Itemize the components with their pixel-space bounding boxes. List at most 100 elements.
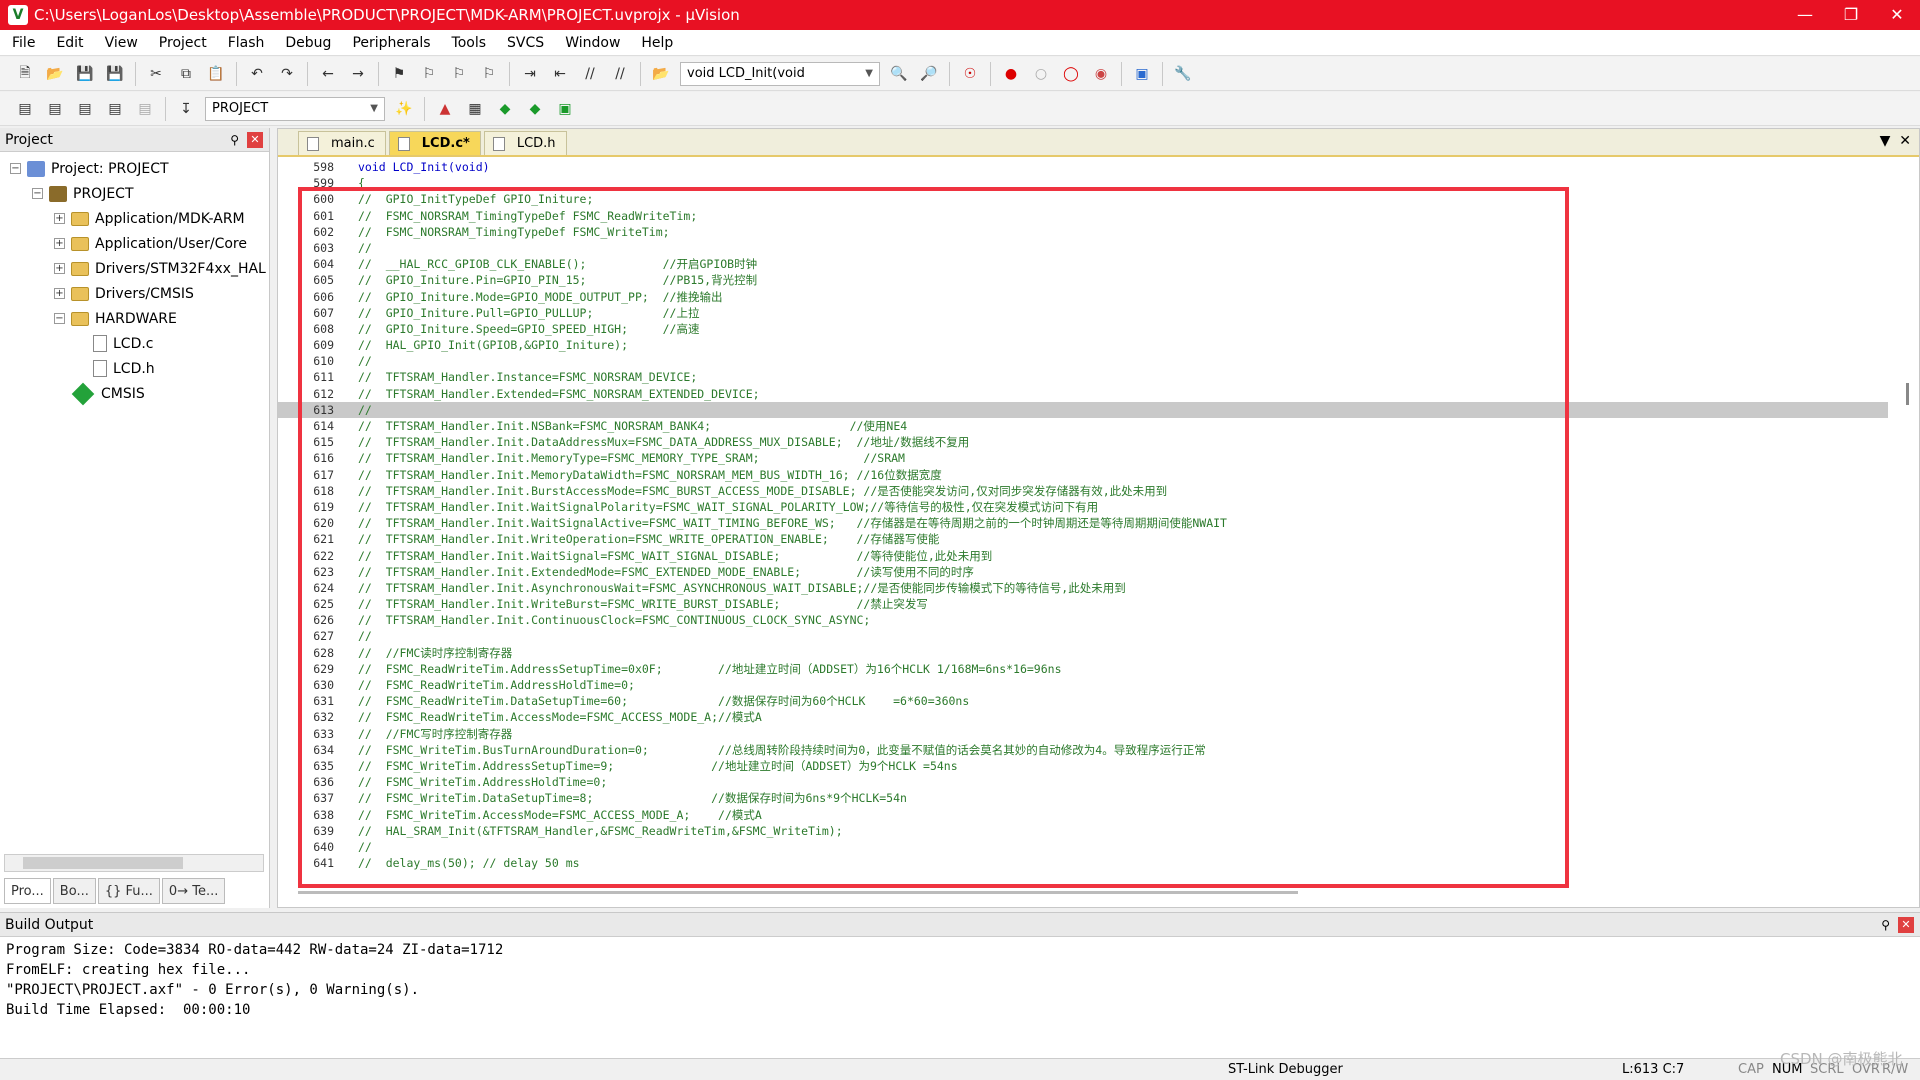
breakpoint-icon[interactable]: ● [999,62,1023,86]
translate-icon[interactable]: ▤ [13,97,37,121]
tree-item[interactable]: + Drivers/CMSIS [0,281,269,306]
menu-peripherals[interactable]: Peripherals [340,35,439,51]
panel-tab[interactable]: 0→ Te... [161,878,226,904]
scrollbar-thumb[interactable] [1906,383,1909,405]
function-combo[interactable]: void LCD_Init(void ▼ [680,61,880,86]
build-output-text: Program Size: Code=3834 RO-data=442 RW-d… [0,937,1920,1023]
scrollbar-thumb[interactable] [298,891,1298,894]
expand-icon[interactable]: + [54,288,65,299]
clear-bookmarks-icon[interactable]: ⚐ [477,62,501,86]
cut-icon[interactable]: ✂ [144,62,168,86]
close-button[interactable]: ✕ [1874,0,1920,30]
menu-tools[interactable]: Tools [440,35,496,51]
editor-tab[interactable]: LCD.c* [388,131,481,155]
incremental-find-icon[interactable]: 🔎 [917,62,941,86]
save-all-icon[interactable]: 💾 [103,62,127,86]
minimize-button[interactable]: — [1782,0,1828,30]
disable-all-breakpoints-icon[interactable]: ◯ [1059,62,1083,86]
navigate-back-icon[interactable]: ← [316,62,340,86]
tree-item[interactable]: LCD.c [0,331,269,356]
menu-project[interactable]: Project [147,35,216,51]
project-horizontal-scrollbar[interactable] [4,854,264,872]
target-combo[interactable]: PROJECT ▼ [205,96,385,121]
stop-build-icon[interactable]: ▤ [133,97,157,121]
run-time-environment-icon[interactable]: ▣ [553,97,577,121]
download-load-icon[interactable]: ↧ [174,97,198,121]
close-icon[interactable]: ✕ [1898,916,1914,933]
collapse-icon[interactable]: − [10,163,21,174]
undo-icon[interactable]: ↶ [245,62,269,86]
select-packs-icon[interactable]: ◆ [493,97,517,121]
indent-icon[interactable]: ⇥ [518,62,542,86]
tab-controls[interactable]: ▼ ✕ [1880,133,1911,149]
configure-wrench-icon[interactable]: 🔧 [1171,62,1195,86]
tree-item[interactable]: + Application/User/Core [0,231,269,256]
manage-project-icon[interactable]: ▲ [433,97,457,121]
tree-item[interactable]: − HARDWARE [0,306,269,331]
menu-flash[interactable]: Flash [216,35,274,51]
menu-svcs[interactable]: SVCS [495,35,553,51]
next-bookmark-icon[interactable]: ⚐ [447,62,471,86]
code-line[interactable]: 598 void LCD_Init(void) [278,159,1888,175]
scrollbar-thumb[interactable] [23,857,183,869]
new-file-icon[interactable]: 🗎 [13,62,37,86]
window-layout-icon[interactable]: ▣ [1130,62,1154,86]
find-icon[interactable]: 🔍 [887,62,911,86]
tree-item[interactable]: − PROJECT [0,181,269,206]
prev-bookmark-icon[interactable]: ⚐ [417,62,441,86]
kill-breakpoints-icon[interactable]: ◉ [1089,62,1113,86]
close-icon[interactable]: ✕ [247,131,263,148]
editor-horizontal-scrollbar[interactable] [298,887,1898,897]
collapse-icon[interactable]: − [32,188,43,199]
navigate-forward-icon[interactable]: → [346,62,370,86]
menu-edit[interactable]: Edit [44,35,92,51]
expand-icon[interactable]: + [54,263,65,274]
pin-icon[interactable]: ⚲ [1881,918,1890,932]
pack-installer-icon[interactable]: ◆ [523,97,547,121]
menu-window[interactable]: Window [553,35,629,51]
tree-item-label: Drivers/CMSIS [95,285,194,302]
comment-icon[interactable]: // [578,62,602,86]
editor-tab[interactable]: main.c [298,131,386,155]
menu-debug[interactable]: Debug [273,35,340,51]
collapse-icon[interactable]: − [54,313,65,324]
menu-help[interactable]: Help [629,35,682,51]
find-in-files-icon[interactable]: 📂 [649,62,673,86]
tree-item[interactable]: − Project: PROJECT [0,156,269,181]
tree-item[interactable]: + Application/MDK-ARM [0,206,269,231]
open-folder-icon[interactable]: 📂 [43,62,67,86]
panel-tab[interactable]: Bo... [52,878,96,904]
menu-view[interactable]: View [93,35,147,51]
restore-button[interactable]: ❐ [1828,0,1874,30]
manage-components-icon[interactable]: ▦ [463,97,487,121]
build-icon[interactable]: ▤ [43,97,67,121]
save-icon[interactable]: 💾 [73,62,97,86]
editor-vertical-scrollbar[interactable] [1901,163,1915,883]
expand-icon[interactable]: + [54,213,65,224]
app-icon: V [8,5,28,25]
panel-tab[interactable]: Pro... [4,878,51,904]
tree-item[interactable]: + Drivers/STM32F4xx_HAL [0,256,269,281]
menu-file[interactable]: File [0,35,44,51]
disable-breakpoint-icon[interactable]: ○ [1029,62,1053,86]
cursor-position: L:613 C:7 [1622,1062,1685,1077]
paste-icon[interactable]: 📋 [204,62,228,86]
build-output-line: Build Time Elapsed: 00:00:10 [6,1002,251,1018]
panel-tab[interactable]: {} Fu... [97,878,160,904]
rebuild-icon[interactable]: ▤ [73,97,97,121]
build-output-header: Build Output ⚲ ✕ [0,913,1920,937]
target-options-icon[interactable]: ✨ [392,97,416,121]
expand-icon[interactable]: + [54,238,65,249]
tree-item[interactable]: CMSIS [0,381,269,406]
debug-session-icon[interactable]: ☉ [958,62,982,86]
uncomment-icon[interactable]: // [608,62,632,86]
redo-icon[interactable]: ↷ [275,62,299,86]
build-toolbar: ▤ ▤ ▤ ▤ ▤ ↧ PROJECT ▼ ✨ ▲ ▦ ◆ ◆ ▣ [0,92,1920,126]
pin-icon[interactable]: ⚲ [230,133,239,147]
copy-icon[interactable]: ⧉ [174,62,198,86]
batch-build-icon[interactable]: ▤ [103,97,127,121]
tree-item[interactable]: LCD.h [0,356,269,381]
editor-tab[interactable]: LCD.h [483,131,567,155]
bookmark-icon[interactable]: ⚑ [387,62,411,86]
unindent-icon[interactable]: ⇤ [548,62,572,86]
